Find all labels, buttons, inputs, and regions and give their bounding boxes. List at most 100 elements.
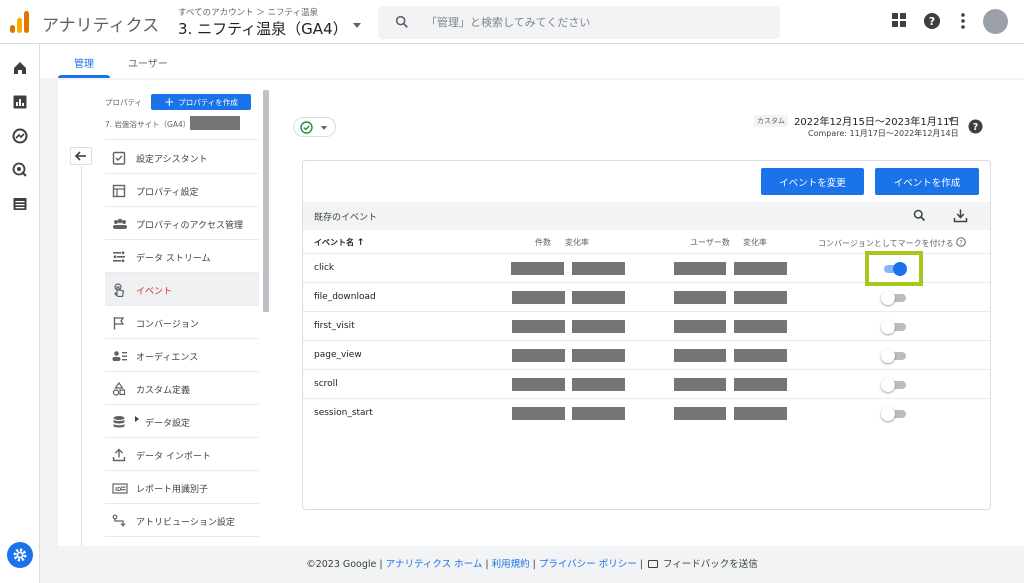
more-vert-icon[interactable]	[959, 12, 967, 30]
menu-item-audiences[interactable]: オーディエンス	[105, 339, 259, 372]
back-button[interactable]	[70, 147, 92, 165]
redacted-block	[572, 320, 625, 333]
audience-icon	[112, 351, 127, 361]
status-chip[interactable]	[293, 117, 336, 137]
account-breadcrumb[interactable]: すべてのアカウント ＞ ニフティ温泉	[178, 6, 318, 18]
avatar[interactable]	[983, 9, 1008, 34]
event-name[interactable]: first_visit	[314, 321, 355, 331]
chevron-down-icon[interactable]	[948, 118, 954, 122]
analytics-logo[interactable]	[10, 11, 30, 33]
menu-item-reporting-identity[interactable]: ID レポート用識別子	[105, 471, 259, 504]
column-header-event-name[interactable]: イベント名 ↑	[314, 237, 364, 248]
search-input[interactable]	[426, 13, 766, 31]
arrow-up-icon: ↑	[356, 238, 365, 248]
menu-label: アトリビューション設定	[136, 518, 235, 528]
conversion-toggle[interactable]	[881, 407, 907, 421]
menu-item-data-streams[interactable]: データ ストリーム	[105, 240, 259, 273]
redacted-block	[674, 262, 726, 275]
help-icon[interactable]: ?	[923, 12, 941, 30]
svg-text:?: ?	[973, 122, 979, 133]
feedback-link[interactable]: フィードバックを送信	[663, 559, 758, 570]
redacted-block	[511, 262, 564, 275]
table-row[interactable]: first_visit	[303, 311, 990, 340]
event-name[interactable]: scroll	[314, 379, 338, 389]
column-header-users-change[interactable]: 変化率	[743, 237, 767, 248]
column-header-conversion: コンバージョンとしてマークを付ける ?	[818, 237, 966, 249]
menu-label: イベント	[136, 287, 173, 297]
create-property-button[interactable]: + プロパティを作成	[151, 94, 251, 110]
event-name[interactable]: file_download	[314, 292, 376, 302]
advertising-icon[interactable]	[12, 162, 28, 178]
date-type-badge: カスタム	[754, 115, 788, 127]
modify-event-button[interactable]: イベントを変更	[761, 168, 864, 195]
feedback-icon	[647, 560, 658, 568]
footer-link-privacy[interactable]: プライバシー ポリシー	[539, 559, 637, 570]
chevron-down-icon[interactable]	[353, 23, 361, 28]
help-icon[interactable]: ?	[968, 119, 983, 134]
redacted-block	[674, 378, 726, 391]
app-title[interactable]: アナリティクス	[42, 11, 159, 36]
event-name[interactable]: click	[314, 263, 334, 273]
reports-icon[interactable]	[12, 94, 28, 110]
create-property-label: プロパティを作成	[178, 97, 238, 107]
property-name[interactable]: 7. 岩盤浴サイト（GA4）	[105, 119, 190, 130]
menu-label: コンバージョン	[136, 320, 199, 330]
column-header-label: イベント名	[314, 238, 354, 247]
footer-link-analytics-home[interactable]: アナリティクス ホーム	[386, 559, 483, 570]
property-selector[interactable]: 3. ニフティ温泉（GA4）	[178, 18, 348, 39]
menu-item-property-settings[interactable]: プロパティ設定	[105, 174, 259, 207]
property-label: プロパティ	[105, 98, 143, 107]
event-name[interactable]: session_start	[314, 408, 373, 418]
svg-text:?: ?	[959, 238, 962, 246]
footer-link-terms[interactable]: 利用規約	[492, 559, 530, 570]
table-row[interactable]: page_view	[303, 340, 990, 369]
tab-user[interactable]: ユーザー	[128, 55, 168, 70]
table-row[interactable]: scroll	[303, 369, 990, 398]
download-icon[interactable]	[953, 208, 968, 223]
table-row[interactable]: file_download	[303, 282, 990, 311]
existing-events-header: 既存のイベント	[303, 202, 990, 230]
conversion-toggle[interactable]	[881, 378, 907, 392]
menu-item-property-access[interactable]: プロパティのアクセス管理	[105, 207, 259, 240]
menu-item-setup-assistant[interactable]: 設定アシスタント	[105, 141, 259, 174]
menu-item-attribution-settings[interactable]: アトリビューション設定	[105, 504, 259, 537]
caret-right-icon[interactable]	[135, 416, 139, 422]
menu-label: 設定アシスタント	[136, 155, 208, 165]
date-range-picker[interactable]: 2022年12月15日～2023年1月11日	[794, 113, 959, 128]
table-row[interactable]: session_start	[303, 398, 990, 427]
id-icon: ID	[112, 483, 128, 494]
menu-item-events[interactable]: イベント	[105, 273, 259, 306]
menu-item-data-import[interactable]: データ インポート	[105, 438, 259, 471]
arrow-left-icon	[75, 151, 86, 161]
conversion-toggle[interactable]	[881, 291, 907, 305]
menu-item-data-settings[interactable]: データ設定	[105, 405, 259, 438]
event-name[interactable]: page_view	[314, 350, 362, 360]
conversion-toggle[interactable]	[881, 349, 907, 363]
conversion-toggle[interactable]	[881, 320, 907, 334]
create-event-button[interactable]: イベントを作成	[875, 168, 979, 195]
menu-item-conversions[interactable]: コンバージョン	[105, 306, 259, 339]
menu-label: データ設定	[145, 419, 191, 429]
tab-admin[interactable]: 管理	[74, 55, 94, 70]
apps-grid-icon[interactable]	[891, 12, 907, 28]
home-icon[interactable]	[12, 60, 28, 76]
menu-label: プロパティ設定	[136, 188, 199, 198]
checklist-icon	[112, 151, 126, 165]
column-header-users[interactable]: ユーザー数	[690, 237, 730, 248]
column-header-count[interactable]: 件数	[535, 237, 551, 248]
upload-icon	[112, 448, 126, 462]
search-icon[interactable]	[912, 208, 927, 223]
help-outline-icon[interactable]: ?	[956, 237, 966, 247]
explore-icon[interactable]	[12, 128, 28, 144]
redacted-block	[734, 378, 787, 391]
column-header-count-change[interactable]: 変化率	[565, 237, 589, 248]
redacted-block	[572, 378, 625, 391]
search-bar[interactable]	[378, 6, 780, 39]
divider	[105, 139, 259, 140]
panel-scrollbar[interactable]	[263, 90, 269, 312]
list-icon[interactable]	[12, 196, 28, 212]
footer: ©2023 Google | アナリティクス ホーム | 利用規約 | プライバ…	[306, 559, 758, 570]
redacted-block	[734, 349, 787, 362]
menu-item-custom-definitions[interactable]: カスタム定義	[105, 372, 259, 405]
redacted-block	[734, 320, 787, 333]
